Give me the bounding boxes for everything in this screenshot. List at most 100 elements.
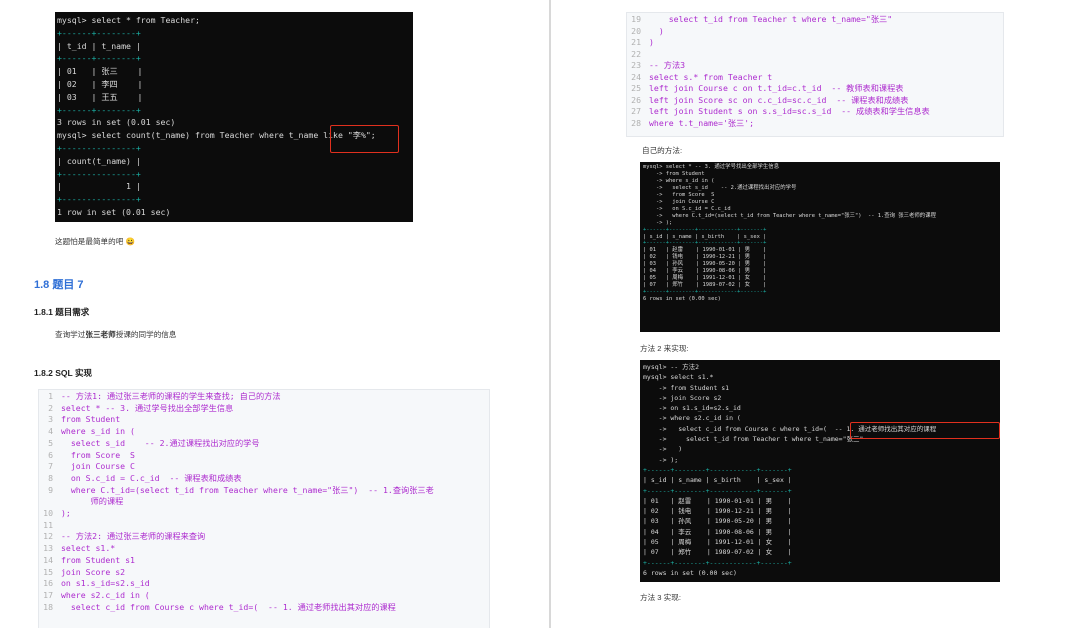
code-line: 24 select s.* from Teacher t (627, 72, 1003, 84)
terminal-line: -> where C.t_id=(select t_id from Teache… (643, 212, 936, 219)
terminal-line: mysql> -- 方法2 (643, 363, 700, 371)
line-number: 7 (48, 461, 53, 472)
line-number: 1 (48, 391, 53, 401)
terminal-line: | 02 | 李四 | (57, 78, 143, 89)
section-heading-1-8: 1.8 题目 7 (34, 279, 84, 291)
mysql-teacher-terminal: mysql> select * from Teacher; +------+---… (55, 12, 413, 222)
code-text: join Score s2 (61, 566, 126, 577)
code-line: 22 (627, 49, 1003, 61)
code-text: left join Score sc on c.c_id=sc.c_id -- … (649, 94, 909, 105)
terminal-line: mysql> select * -- 3. 通过学号找出全部学生信息 (643, 164, 780, 170)
line-number: 21 (631, 37, 641, 47)
terminal-line: mysql> select s1.* (643, 373, 714, 382)
line-number: 9 (48, 484, 53, 495)
code-line: 2 select * -- 3. 通过学号找出全部学生信息 (39, 403, 489, 415)
terminal-line: | s_id | s_name | s_birth | s_sex | (643, 476, 792, 485)
terminal-line: +------+--------+------------+-------+ (643, 289, 767, 296)
terminal-line: mysql> select * from Teacher; (57, 15, 200, 25)
code-line: 8 on S.c_id = C.c_id -- 课程表和成绩表 (39, 473, 489, 485)
course-comment-highlight-box (850, 422, 1000, 439)
terminal-line: -> from Score S (643, 191, 715, 198)
terminal-line: -> select s_id -- 2.通过课程找出对应的学号 (643, 184, 797, 191)
line-number: 28 (631, 117, 641, 128)
code-line: 3 from Student (39, 414, 489, 426)
terminal-line: +------+--------+------------+-------+ (643, 226, 767, 233)
sql-code-block-part2: 19 select t_id from Teacher t where t_na… (626, 12, 1004, 137)
requirement-text: 查询学过张三老师授课的同学的信息 (55, 329, 177, 340)
code-text: from Student (61, 414, 121, 425)
code-line: 10); (39, 508, 489, 520)
requirement-suffix: 授课的同学的信息 (115, 330, 177, 339)
line-number: 3 (48, 414, 53, 425)
line-number: 10 (43, 508, 53, 519)
terminal-line: | 05 | 周梅 | 1991-12-01 | 女 | (643, 538, 792, 547)
code-line: 1 -- 方法1: 通过张三老师的课程的学生来查找; 自己的方法 (39, 391, 489, 403)
code-text: where s_id in ( (61, 426, 135, 437)
code-text: -- 方法1: 通过张三老师的课程的学生来查找; 自己的方法 (61, 391, 281, 401)
terminal-line: | 04 | 李云 | 1990-08-06 | 男 | (643, 527, 792, 536)
left-document-page: mysql> select * from Teacher; +------+---… (0, 0, 549, 628)
line-number: 23 (631, 60, 641, 70)
terminal-line: -> from Student (643, 170, 705, 177)
terminal-line: +------+--------+------------+-------+ (643, 486, 792, 495)
own-method-label: 自己的方法: (642, 146, 683, 155)
code-text: ) (649, 25, 664, 36)
code-line: 25 left join Course c on t.t_id=c.t_id --… (627, 83, 1003, 95)
line-number: 16 (43, 578, 53, 589)
code-line: 15 join Score s2 (39, 567, 489, 579)
line-number: 13 (43, 543, 53, 554)
code-line: 28 where t.t_name='张三'; (627, 118, 1003, 130)
line-number: 26 (631, 94, 641, 105)
line-number: 11 (43, 519, 53, 530)
terminal-line: | 07 | 郑竹 | 1989-07-02 | 女 | (643, 548, 792, 557)
code-line: 19 select t_id from Teacher t where t_na… (627, 14, 1003, 26)
code-line: 13 select s1.* (39, 543, 489, 555)
code-text: from Student s1 (61, 554, 135, 565)
code-text: select s_id -- 2.通过课程找出对应的学号 (61, 437, 260, 448)
terminal-line: -> ); (643, 219, 673, 226)
terminal-line: +------+--------+------------+-------+ (643, 465, 792, 474)
terminal-line: | 01 | 张三 | (57, 66, 143, 77)
code-text: select s.* from Teacher t (649, 71, 773, 82)
code-text: where C.t_id=(select t_id from Teacher w… (61, 484, 434, 495)
line-number: 22 (631, 48, 641, 59)
line-number: 15 (43, 566, 53, 577)
terminal-line: | 02 | 钱电 | 1990-12-21 | 男 | (643, 507, 792, 516)
code-text: -- 方法2: 通过张三老师的课程来查询 (61, 531, 206, 542)
method2-label: 方法 2 来实现: (640, 344, 689, 353)
code-line: 17 where s2.c_id in ( (39, 590, 489, 602)
line-number: 4 (48, 426, 53, 437)
like-query-highlight-box (330, 125, 399, 153)
code-line: 18 select c_id from Course c where t_id=… (39, 602, 489, 614)
code-text: left join Course c on t.t_id=c.t_id -- 教… (649, 83, 904, 93)
line-number: 27 (631, 106, 641, 116)
line-number: 2 (48, 402, 53, 413)
terminal-line: -> from Student s1 (643, 383, 730, 392)
line-number: 14 (43, 554, 53, 565)
mysql-method2-terminal: mysql> -- 方法2 mysql> select s1.* -> from … (640, 360, 1000, 582)
terminal-line: | 03 | 王五 | (57, 91, 143, 102)
terminal-line: +---------------+ (57, 168, 141, 179)
method3-label: 方法 3 实现: (640, 593, 681, 602)
line-number: 8 (48, 472, 53, 483)
terminal-line: | t_id | t_name | (57, 40, 141, 51)
code-line: 11 (39, 520, 489, 532)
subsection-heading-sql: 1.8.2 SQL 实现 (34, 368, 92, 378)
line-number: 6 (48, 449, 53, 460)
code-line: 23 -- 方法3 (627, 60, 1003, 72)
code-text: 师的课程 (61, 496, 124, 507)
terminal-line: | count(t_name) | (57, 155, 141, 166)
code-text: select t_id from Teacher t where t_name=… (649, 14, 893, 24)
code-line: 5 select s_id -- 2.通过课程找出对应的学号 (39, 438, 489, 450)
subsection-heading-requirement: 1.8.1 题目需求 (34, 307, 90, 317)
code-line: 9 where C.t_id=(select t_id from Teacher… (39, 485, 489, 497)
mysql-own-method-terminal: mysql> select * -- 3. 通过学号找出全部学生信息 -> fr… (640, 162, 1000, 332)
code-text: select c_id from Course c where t_id=( -… (61, 601, 396, 612)
code-line: 27 left join Student s on s.s_id=sc.s_id … (627, 106, 1003, 118)
terminal-line: -> join Score s2 (643, 393, 722, 402)
simple-question-note: 这题怕是最简单的吧 😀 (55, 237, 135, 246)
line-number: 18 (43, 601, 53, 612)
code-line: 21) (627, 37, 1003, 49)
line-number: 25 (631, 83, 641, 93)
line-number: 19 (631, 14, 641, 24)
